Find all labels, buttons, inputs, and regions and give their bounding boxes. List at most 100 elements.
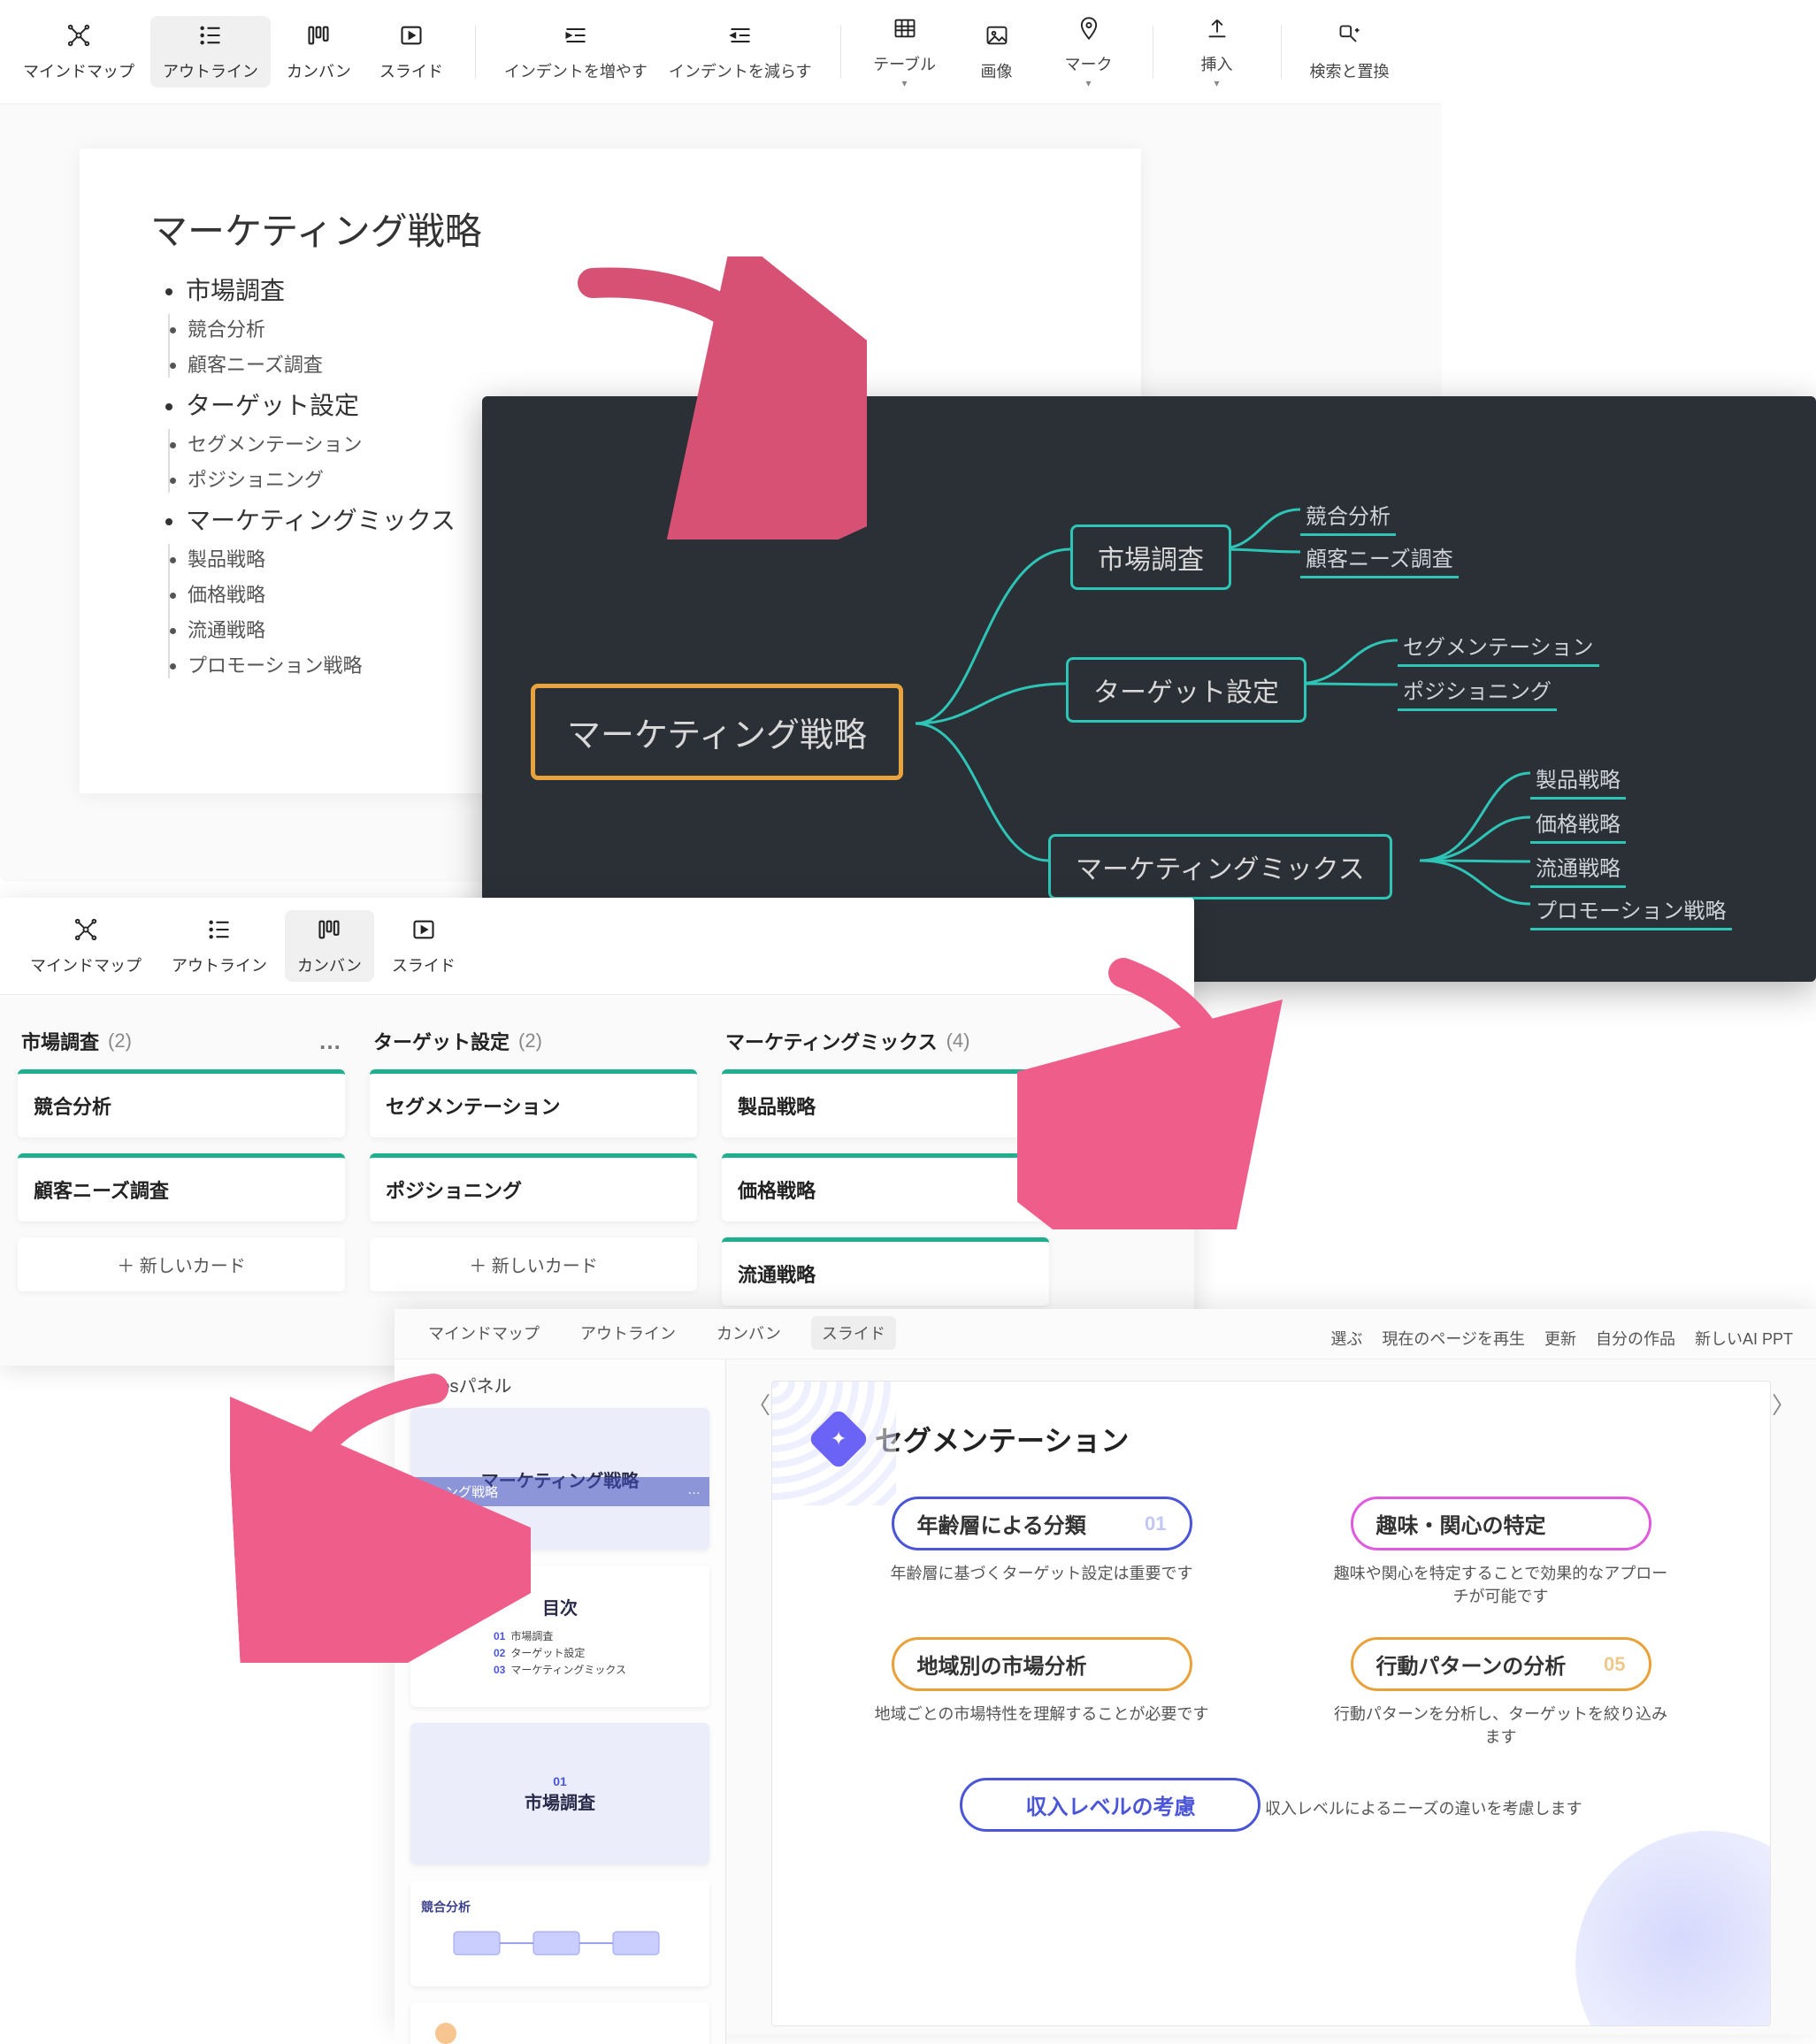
button-label: テーブル xyxy=(873,52,936,75)
view-tab-outline[interactable]: アウトライン xyxy=(570,1316,686,1350)
segment-pill[interactable]: 年齢層による分類 01 xyxy=(892,1497,1192,1550)
mindmap-leaf-node[interactable]: 競合分析 xyxy=(1300,495,1396,536)
view-tab-mindmap[interactable]: マインドマップ xyxy=(18,910,154,982)
mindmap-leaf-node[interactable]: セグメンテーション xyxy=(1398,626,1599,667)
segment-item: 行動パターンの分析 05 行動パターンを分析し、ターゲットを絞り込みます xyxy=(1302,1637,1699,1748)
chevron-down-icon: ▾ xyxy=(902,77,908,89)
segment-item: 年齢層による分類 01 年齢層に基づくターゲット設定は重要です xyxy=(843,1497,1240,1607)
chevron-down-icon: ▾ xyxy=(1214,77,1220,89)
segment-pill[interactable]: 行動パターンの分析 05 xyxy=(1351,1637,1651,1691)
thumbnail-diagram-icon xyxy=(445,1916,675,1969)
kanban-card[interactable]: 価格戦略 xyxy=(722,1153,1049,1221)
view-tab-label: アウトライン xyxy=(172,953,267,976)
kanban-card[interactable]: ポジショニング xyxy=(370,1153,697,1221)
mindmap-leaf-node[interactable]: 製品戦略 xyxy=(1530,759,1626,800)
mindmap-leaf-node[interactable]: 顧客ニーズ調査 xyxy=(1300,538,1459,578)
slide-thumbnail[interactable]: 目次 01市場調査 02ターゲット設定 03マーケティングミックス xyxy=(410,1566,709,1707)
toolbar-separator xyxy=(840,26,841,79)
slide-thumbnail[interactable] xyxy=(410,2002,709,2044)
mindmap-leaf-node[interactable]: 流通戦略 xyxy=(1530,847,1626,888)
segment-pill[interactable]: 趣味・関心の特定 xyxy=(1351,1497,1651,1550)
mark-icon xyxy=(1077,16,1101,47)
kanban-column: 市場調査 (2) … 競合分析 顧客ニーズ調査 ＋ 新しいカード xyxy=(18,1022,345,1321)
view-tab-outline[interactable]: アウトライン xyxy=(159,910,280,982)
segment-desc: 趣味や関心を特定することで効果的なアプローチが可能です xyxy=(1333,1561,1669,1607)
segmentation-grid: 年齢層による分類 01 年齢層に基づくターゲット設定は重要です 趣味・関心の特定… xyxy=(772,1470,1770,1832)
view-tab-mindmap[interactable]: マインドマップ xyxy=(11,16,147,88)
slide-canvas[interactable]: ✦ セグメンテーション 年齢層による分類 01 年齢層に基づくターゲット設定は重… xyxy=(771,1381,1771,2026)
kanban-card[interactable]: セグメンテーション xyxy=(370,1069,697,1137)
mindmap-root-node[interactable]: マーケティング戦略 xyxy=(531,684,903,780)
segment-item: 地域別の市場分析 地域ごとの市場特性を理解することが必要です xyxy=(843,1637,1240,1748)
kanban-column-header[interactable]: マーケティングミックス (4) xyxy=(722,1022,1049,1069)
indent-increase-icon xyxy=(563,23,588,54)
outline-subitem[interactable]: 競合分析 xyxy=(188,314,1070,342)
mindmap-branch-node[interactable]: マーケティングミックス xyxy=(1048,834,1392,900)
kanban-column-header[interactable]: ターゲット設定 (2) xyxy=(370,1022,697,1069)
kanban-card[interactable]: 流通戦略 xyxy=(722,1237,1049,1305)
kanban-card[interactable]: 製品戦略 xyxy=(722,1069,1049,1137)
column-count: (2) xyxy=(518,1030,542,1053)
view-tab-mindmap[interactable]: マインドマップ xyxy=(418,1316,550,1350)
find-replace-button[interactable]: 検索と置換 xyxy=(1301,16,1398,88)
segment-item: 収入レベルの考慮 収入レベルによるニーズの違いを考慮します xyxy=(843,1778,1699,1832)
slide-header: ✦ セグメンテーション xyxy=(772,1382,1770,1470)
mark-button[interactable]: マーク ▾ xyxy=(1045,9,1133,95)
button-label: インデントを増やす xyxy=(504,59,647,82)
indent-increase-button[interactable]: インデントを増やす xyxy=(495,16,656,88)
outline-icon xyxy=(207,917,232,948)
view-tab-slides[interactable]: スライド xyxy=(367,16,456,88)
view-tab-label: マインドマップ xyxy=(23,59,134,82)
view-tab-slides[interactable]: スライド xyxy=(379,910,468,982)
view-tab-label: マインドマップ xyxy=(30,953,142,976)
mindmap-branch-node[interactable]: 市場調査 xyxy=(1070,524,1231,590)
slides-main: 〈 〉 ✦ セグメンテーション 年齢層による分類 01 年齢層に基づくターゲット… xyxy=(726,1359,1816,2044)
topbar-action-mywork[interactable]: 自分の作品 xyxy=(1596,1327,1675,1350)
table-icon xyxy=(893,16,917,47)
topbar-action-refresh[interactable]: 更新 xyxy=(1544,1327,1576,1350)
button-label: 画像 xyxy=(981,59,1013,82)
toolbar-separator xyxy=(1281,26,1282,79)
button-label: マーク xyxy=(1065,52,1113,75)
outline-subitem[interactable]: 顧客ニーズ調査 xyxy=(188,349,1070,378)
table-button[interactable]: テーブル ▾ xyxy=(861,9,949,95)
image-icon xyxy=(985,23,1009,54)
kanban-column-header[interactable]: 市場調査 (2) … xyxy=(18,1022,345,1069)
slide-thumbnail[interactable]: 01 市場調査 xyxy=(410,1723,709,1864)
mindmap-panel[interactable]: マーケティング戦略 市場調査 ターゲット設定 マーケティングミックス 競合分析 … xyxy=(482,396,1816,982)
column-title: マーケティングミックス xyxy=(725,1027,938,1055)
mindmap-leaf-node[interactable]: 価格戦略 xyxy=(1530,803,1626,844)
view-tab-kanban[interactable]: カンバン xyxy=(706,1316,792,1350)
button-label: 検索と置換 xyxy=(1310,59,1390,82)
chevron-down-icon: ▾ xyxy=(1086,77,1092,89)
insert-button[interactable]: 挿入 ▾ xyxy=(1173,9,1261,95)
view-tab-outline[interactable]: アウトライン xyxy=(150,16,271,88)
indent-decrease-icon xyxy=(728,23,753,54)
more-icon[interactable]: … xyxy=(687,1482,701,1501)
slide-thumbnail[interactable]: マーケティング戦略 ティング戦略 … xyxy=(410,1408,709,1550)
new-card-button[interactable]: ＋ 新しいカード xyxy=(18,1237,345,1291)
kanban-card[interactable]: 競合分析 xyxy=(18,1069,345,1137)
toolbar-separator xyxy=(475,26,476,79)
slide-thumbnail[interactable]: 競合分析 xyxy=(410,1880,709,1987)
view-tab-kanban[interactable]: カンバン xyxy=(274,16,364,88)
decorative-blob xyxy=(1575,1831,1771,2026)
new-card-button[interactable]: ＋ 新しいカード xyxy=(370,1237,697,1291)
image-button[interactable]: 画像 xyxy=(953,16,1041,88)
more-icon[interactable]: … xyxy=(318,1028,341,1055)
mindmap-leaf-node[interactable]: ポジショニング xyxy=(1398,670,1557,711)
indent-decrease-button[interactable]: インデントを減らす xyxy=(660,16,821,88)
view-tab-slides[interactable]: スライド xyxy=(811,1316,896,1350)
kanban-column: ターゲット設定 (2) セグメンテーション ポジショニング ＋ 新しいカード xyxy=(370,1022,697,1321)
segment-pill[interactable]: 収入レベルの考慮 xyxy=(960,1778,1260,1832)
topbar-action-aippt[interactable]: 新しいAI PPT xyxy=(1695,1327,1793,1350)
topbar-action-choose[interactable]: 選ぶ xyxy=(1330,1327,1362,1350)
mindmap-branch-node[interactable]: ターゲット設定 xyxy=(1066,657,1306,723)
segment-desc: 収入レベルによるニーズの違いを考慮します xyxy=(1265,1796,1582,1819)
mindmap-leaf-node[interactable]: プロモーション戦略 xyxy=(1530,890,1732,930)
segment-pill[interactable]: 地域別の市場分析 xyxy=(892,1637,1192,1691)
kanban-card[interactable]: 顧客ニーズ調査 xyxy=(18,1153,345,1221)
segment-desc: 年齢層に基づくターゲット設定は重要です xyxy=(891,1561,1193,1584)
view-tab-kanban[interactable]: カンバン xyxy=(285,910,374,982)
topbar-action-play[interactable]: 現在のページを再生 xyxy=(1382,1327,1525,1350)
